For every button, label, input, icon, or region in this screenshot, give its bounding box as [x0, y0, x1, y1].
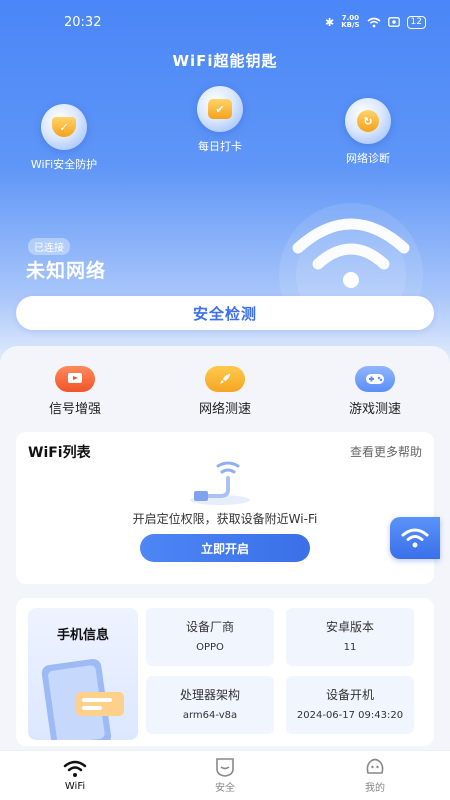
status-time: 20:32 [64, 14, 102, 30]
info-value: arm64-v8a [182, 710, 238, 721]
wifi-list-card: WiFi列表 查看更多帮助 开启定位权限，获取设备附近Wi-Fi 立即开启 [16, 432, 434, 584]
tool-label: 信号增强 [48, 402, 101, 417]
tab-label: 安全 [215, 783, 235, 794]
tab-wifi[interactable]: WiFi [0, 751, 150, 800]
info-value: OPPO [196, 642, 224, 653]
tool-game-speed[interactable]: 游戏测速 [325, 366, 425, 417]
feature-label: WiFi安全防护 [30, 158, 98, 171]
net-speed-unit: KB/S [341, 21, 360, 29]
network-name: 未知网络 [26, 260, 107, 282]
main-content: 信号增强 网络测速 游戏测速 WiFi列表 查看更多帮助 开启定位权限，获取设备… [0, 346, 450, 750]
tab-label: WiFi [64, 781, 86, 792]
screen-record-icon [387, 17, 400, 27]
phone-illustration [41, 658, 124, 740]
tool-label: 游戏测速 [348, 402, 401, 417]
info-cell-manufacturer: 设备厂商 OPPO [146, 608, 274, 666]
bluetooth-icon: ✱ [324, 15, 335, 29]
locate-permission-text: 开启定位权限，获取设备附近Wi-Fi [132, 512, 318, 526]
hero-header: 20:32 ✱ 7.00 KB/S 12 WiFi超能钥匙 ✓ WiFi安全防护 [0, 0, 450, 370]
wifi-icon [401, 528, 429, 548]
info-label: 设备厂商 [185, 620, 234, 634]
wifi-list-title: WiFi列表 [28, 445, 91, 461]
info-cell-cpu-arch: 处理器架构 arm64-v8a [146, 676, 274, 734]
security-check-button[interactable]: 安全检测 [16, 296, 434, 330]
wifi-status-icon [367, 17, 381, 27]
help-link[interactable]: 查看更多帮助 [350, 443, 422, 460]
tools-row: 信号增强 网络测速 游戏测速 [0, 366, 450, 426]
info-cell-android-version: 安卓版本 11 [286, 608, 414, 666]
tab-label: 我的 [365, 783, 385, 794]
net-speed: 7.00 KB/S [341, 15, 359, 29]
phone-info-title: 手机信息 [56, 628, 109, 643]
feature-daily-checkin[interactable]: ✔ 每日打卡 [170, 86, 270, 154]
phone-info-panel: 手机信息 [28, 608, 138, 740]
tab-profile[interactable]: 我的 [300, 751, 450, 800]
tool-network-speed[interactable]: 网络测速 [175, 366, 275, 417]
bottom-tab-bar: WiFi 安全 我的 [0, 750, 450, 800]
shield-icon [216, 758, 234, 777]
shield-icon: ✓ [41, 104, 87, 150]
signal-boost-icon [55, 366, 95, 392]
info-label: 设备开机 [325, 688, 374, 702]
diagnose-icon: ↻ [345, 98, 391, 144]
enable-location-button[interactable]: 立即开启 [140, 534, 310, 562]
status-bar: 20:32 ✱ 7.00 KB/S 12 [0, 0, 450, 44]
feature-wifi-security[interactable]: ✓ WiFi安全防护 [14, 104, 114, 172]
checkin-icon: ✔ [197, 86, 243, 132]
location-plug-illustration [190, 461, 250, 505]
info-label: 安卓版本 [325, 620, 374, 634]
wifi-signal-icon [279, 203, 423, 310]
rocket-icon [205, 366, 245, 392]
phone-info-card: 手机信息 设备厂商 OPPO 安卓版本 11 处理器架构 arm64-v8a 设… [16, 598, 434, 746]
info-value: 11 [343, 642, 357, 653]
battery-icon: 12 [406, 15, 426, 29]
feature-label: 每日打卡 [198, 140, 242, 153]
tool-signal-boost[interactable]: 信号增强 [25, 366, 125, 417]
floating-wifi-button[interactable] [390, 517, 440, 559]
profile-icon [366, 758, 384, 774]
connection-status-badge: 已连接 [28, 238, 70, 255]
gamepad-icon [355, 366, 395, 392]
status-icons: ✱ 7.00 KB/S 12 [325, 15, 426, 29]
feature-label: 网络诊断 [346, 152, 390, 165]
feature-network-diagnose[interactable]: ↻ 网络诊断 [318, 98, 418, 166]
wifi-icon [63, 760, 87, 777]
info-cell-boot-time: 设备开机 2024-06-17 09:43:20 [286, 676, 414, 734]
tab-security[interactable]: 安全 [150, 751, 300, 800]
app-title: WiFi超能钥匙 [172, 52, 278, 70]
info-value: 2024-06-17 09:43:20 [296, 710, 404, 721]
tool-label: 网络测速 [198, 402, 251, 417]
info-label: 处理器架构 [179, 688, 240, 702]
